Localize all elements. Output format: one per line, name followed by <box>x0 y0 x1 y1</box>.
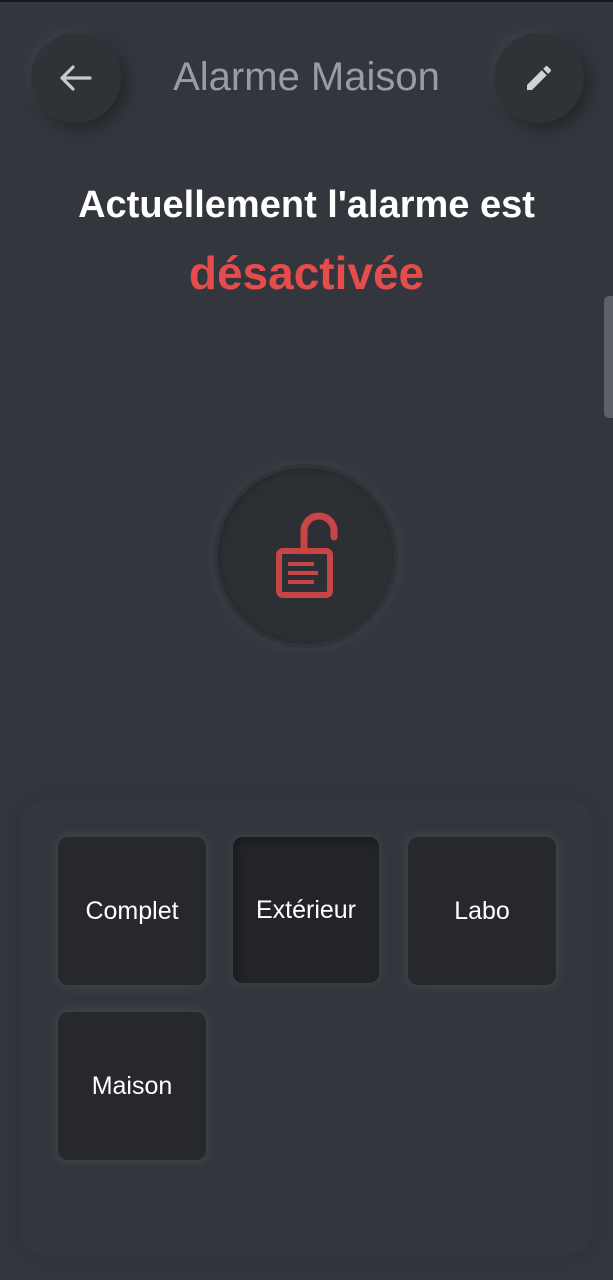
top-border <box>0 0 613 2</box>
arrow-left-icon <box>59 65 93 91</box>
page-title: Alarme Maison <box>173 55 440 99</box>
edit-button[interactable] <box>494 33 584 123</box>
pencil-icon <box>523 62 555 94</box>
alarm-state-label: désactivée <box>188 247 425 299</box>
mode-label: Extérieur <box>255 895 357 924</box>
mode-button-labo[interactable]: Labo <box>408 837 556 985</box>
lock-open-icon <box>274 507 338 606</box>
mode-label: Complet <box>85 896 179 925</box>
mode-button-complet[interactable]: Complet <box>58 837 206 985</box>
mode-label: Maison <box>91 1071 173 1100</box>
alarm-toggle-button[interactable] <box>218 468 394 644</box>
alarm-status-text: Actuellement l'alarme est <box>78 184 535 226</box>
mode-label: Labo <box>454 896 510 925</box>
mode-button-maison[interactable]: Maison <box>58 1012 206 1160</box>
back-button[interactable] <box>31 33 121 123</box>
mode-button-exterieur[interactable]: Extérieur <box>233 837 379 983</box>
scrollbar-thumb[interactable] <box>604 296 613 418</box>
